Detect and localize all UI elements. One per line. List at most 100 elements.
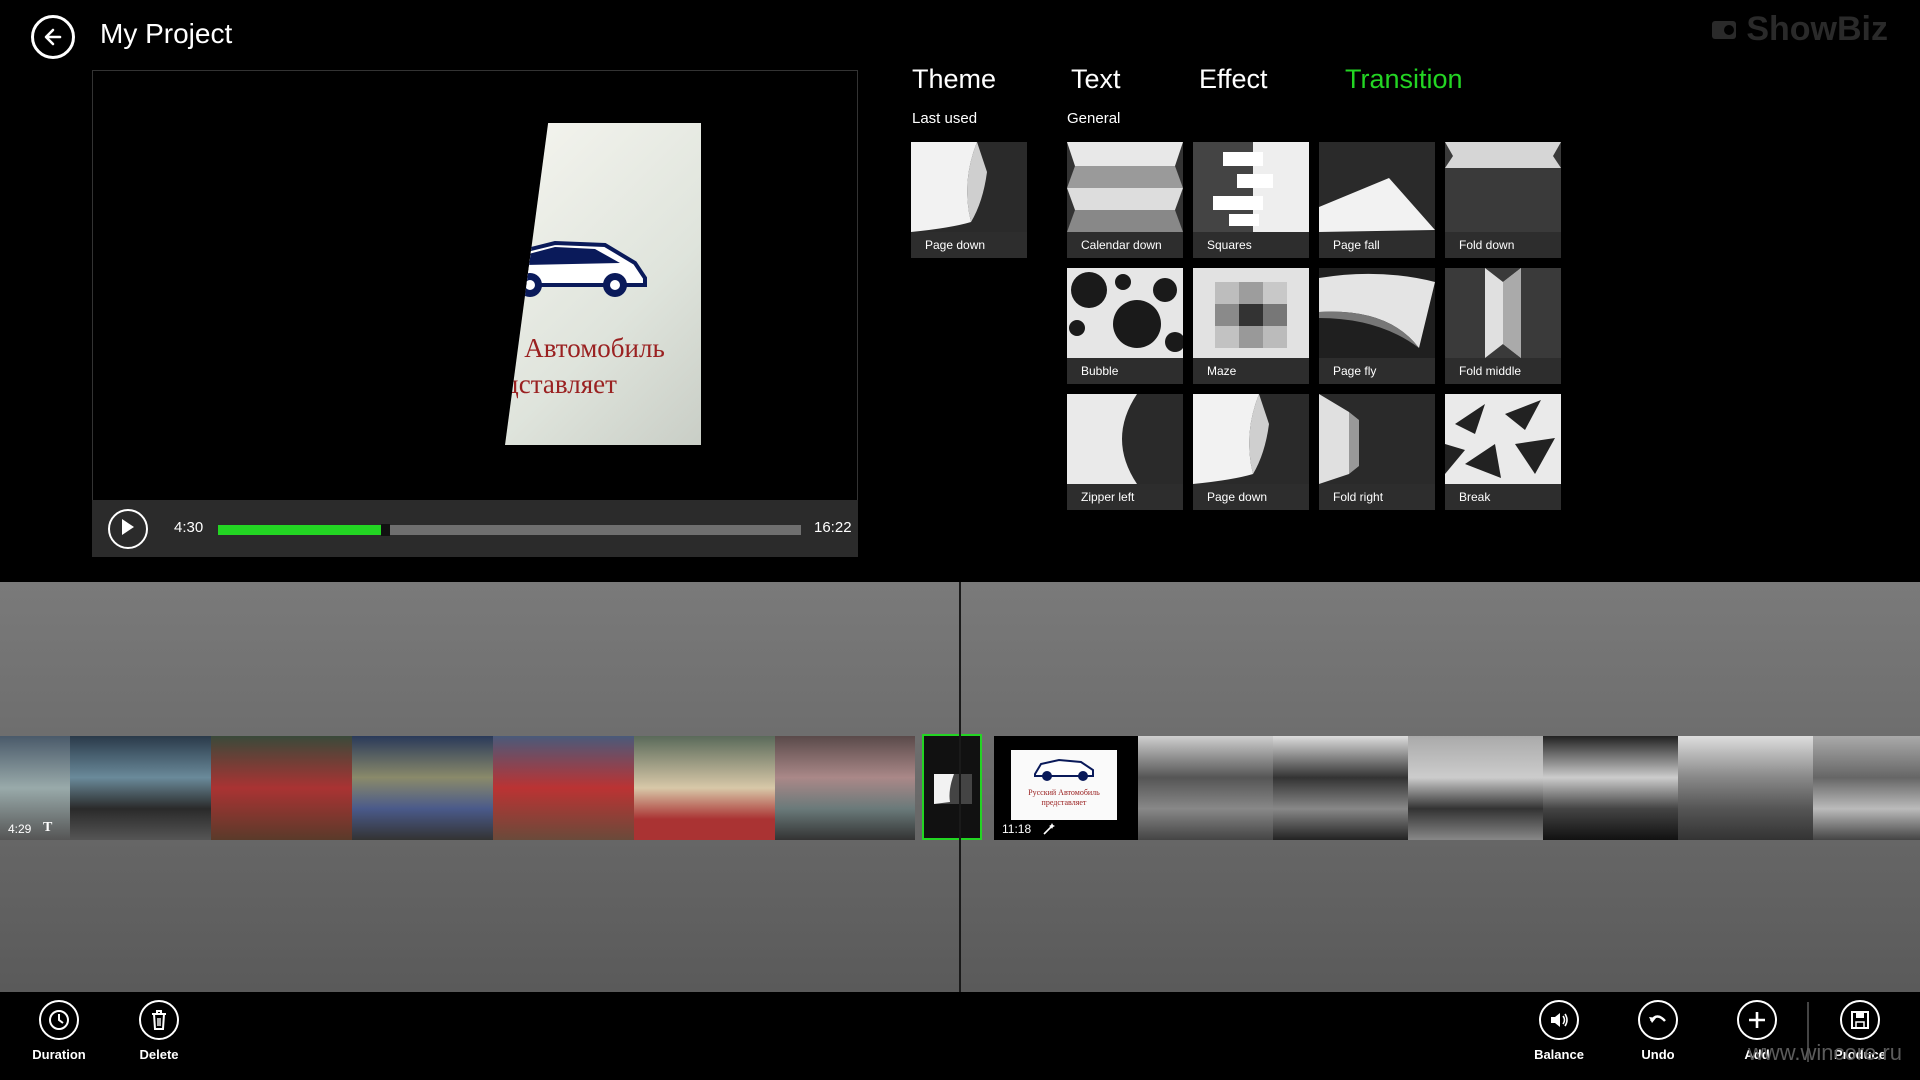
last-used-label: Last used: [912, 110, 978, 127]
text-overlay-icon: T: [43, 820, 53, 835]
tile-label: Bubble: [1067, 358, 1183, 384]
title-card-line2: представляет: [1041, 798, 1087, 807]
save-icon: [1851, 1011, 1869, 1029]
preview-card-line1: н Автомобиль: [503, 333, 665, 363]
clip-frame: [775, 736, 915, 840]
transition-slot[interactable]: [922, 734, 982, 840]
transition-tile-zipper-left[interactable]: Zipper left: [1067, 394, 1183, 510]
delete-button[interactable]: Delete: [111, 1000, 207, 1076]
fold-down-icon: [1445, 142, 1561, 232]
play-icon: [122, 519, 134, 535]
preview-card-line2: дставляет: [505, 369, 617, 399]
title-card-line1: Русский Автомобиль: [1028, 788, 1100, 797]
tab-effect[interactable]: Effect: [1199, 64, 1268, 95]
progress-thumb[interactable]: [381, 524, 390, 536]
page-down-icon: [1193, 394, 1309, 484]
tile-label: Page down: [1193, 484, 1309, 510]
tile-label: Page fall: [1319, 232, 1435, 258]
clock-icon: [49, 1010, 69, 1030]
break-icon: [1445, 394, 1561, 484]
title-card-thumb: Русский Автомобиль представляет: [1011, 750, 1117, 820]
page-title: My Project: [100, 18, 233, 49]
clip-frame: [211, 736, 352, 840]
plus-icon: [1749, 1012, 1765, 1028]
video-preview[interactable]: н Автомобиль дставляет: [92, 70, 858, 502]
current-time: 4:30: [174, 519, 204, 536]
playback-controls: 4:30 16:22: [92, 500, 858, 557]
tile-label: Fold down: [1445, 232, 1561, 258]
delete-label: Delete: [139, 1047, 179, 1062]
logo-icon: [1712, 20, 1737, 39]
tab-transition[interactable]: Transition: [1345, 64, 1463, 95]
transition-tile-squares[interactable]: Squares: [1193, 142, 1309, 258]
calendar-down-icon: [1067, 142, 1183, 232]
right-clip-duration: 11:18: [1002, 822, 1032, 836]
total-time: 16:22: [814, 519, 852, 536]
bubble-icon: [1067, 268, 1183, 358]
tile-label: Zipper left: [1067, 484, 1183, 510]
transition-tile-page-fly[interactable]: Page fly: [1319, 268, 1435, 384]
back-arrow-icon: [44, 28, 62, 46]
transition-tile-page-fall[interactable]: Page fall: [1319, 142, 1435, 258]
car-illustration: [1034, 758, 1094, 781]
tile-label: Fold middle: [1445, 358, 1561, 384]
undo-label: Undo: [1641, 1047, 1675, 1062]
clip-frame: [1543, 736, 1678, 840]
tile-label: Page fly: [1319, 358, 1435, 384]
zipper-left-icon: [1067, 394, 1183, 484]
left-clip-duration: 4:29: [8, 822, 32, 836]
car-illustration: [505, 240, 647, 297]
balance-button[interactable]: Balance: [1511, 1000, 1607, 1076]
back-button[interactable]: [31, 15, 75, 59]
clip-frame: [1678, 736, 1813, 840]
tab-text[interactable]: Text: [1071, 64, 1121, 95]
preview-title-card: н Автомобиль дставляет: [505, 123, 701, 445]
duration-button[interactable]: Duration: [11, 1000, 107, 1076]
speaker-icon: [1551, 1013, 1568, 1027]
tile-label: Page down: [911, 232, 1027, 258]
transition-tile-break[interactable]: Break: [1445, 394, 1561, 510]
fold-middle-icon: [1445, 268, 1561, 358]
clip-frame: [634, 736, 775, 840]
undo-icon: [1649, 1015, 1666, 1023]
watermark: www.wincore.ru: [1747, 1040, 1902, 1065]
fold-right-icon: [1319, 394, 1435, 484]
clip-right[interactable]: Русский Автомобиль представляет 11:18: [994, 736, 1920, 840]
page-down-icon: [934, 774, 972, 804]
transition-tile-page-down[interactable]: Page down: [1193, 394, 1309, 510]
balance-label: Balance: [1534, 1047, 1584, 1062]
tile-label: Calendar down: [1067, 232, 1183, 258]
maze-icon: [1193, 268, 1309, 358]
playhead[interactable]: [959, 582, 961, 992]
transition-tile-fold-right[interactable]: Fold right: [1319, 394, 1435, 510]
clip-frame: [493, 736, 634, 840]
transition-tile-page-down-recent[interactable]: Page down: [911, 142, 1027, 258]
tile-label: Fold right: [1319, 484, 1435, 510]
clip-frame: [1813, 736, 1920, 840]
undo-button[interactable]: Undo: [1610, 1000, 1706, 1076]
transition-tile-maze[interactable]: Maze: [1193, 268, 1309, 384]
app-bar: Duration Delete Balance Undo Add Produce…: [0, 992, 1920, 1080]
page-fly-icon: [1319, 268, 1435, 358]
transition-tile-calendar-down[interactable]: Calendar down: [1067, 142, 1183, 258]
squares-icon: [1193, 142, 1309, 232]
transition-tile-fold-middle[interactable]: Fold middle: [1445, 268, 1561, 384]
clip-frame: [1138, 736, 1273, 840]
tile-label: Maze: [1193, 358, 1309, 384]
clip-left[interactable]: 4:29 T: [0, 736, 915, 840]
tab-theme[interactable]: Theme: [912, 64, 996, 95]
tile-label: Squares: [1193, 232, 1309, 258]
clip-frame: [70, 736, 211, 840]
progress-bar[interactable]: [218, 524, 801, 536]
effect-wand-icon: [1043, 823, 1055, 835]
general-label: General: [1067, 110, 1121, 127]
transition-tile-bubble[interactable]: Bubble: [1067, 268, 1183, 384]
app-logo: ShowBiz: [1710, 10, 1888, 49]
duration-label: Duration: [32, 1047, 86, 1062]
play-button[interactable]: [108, 509, 148, 549]
trash-icon: [152, 1010, 166, 1030]
page-fall-icon: [1319, 142, 1435, 232]
transition-tile-fold-down[interactable]: Fold down: [1445, 142, 1561, 258]
logo-text: ShowBiz: [1746, 10, 1888, 48]
progress-fill: [218, 525, 381, 535]
